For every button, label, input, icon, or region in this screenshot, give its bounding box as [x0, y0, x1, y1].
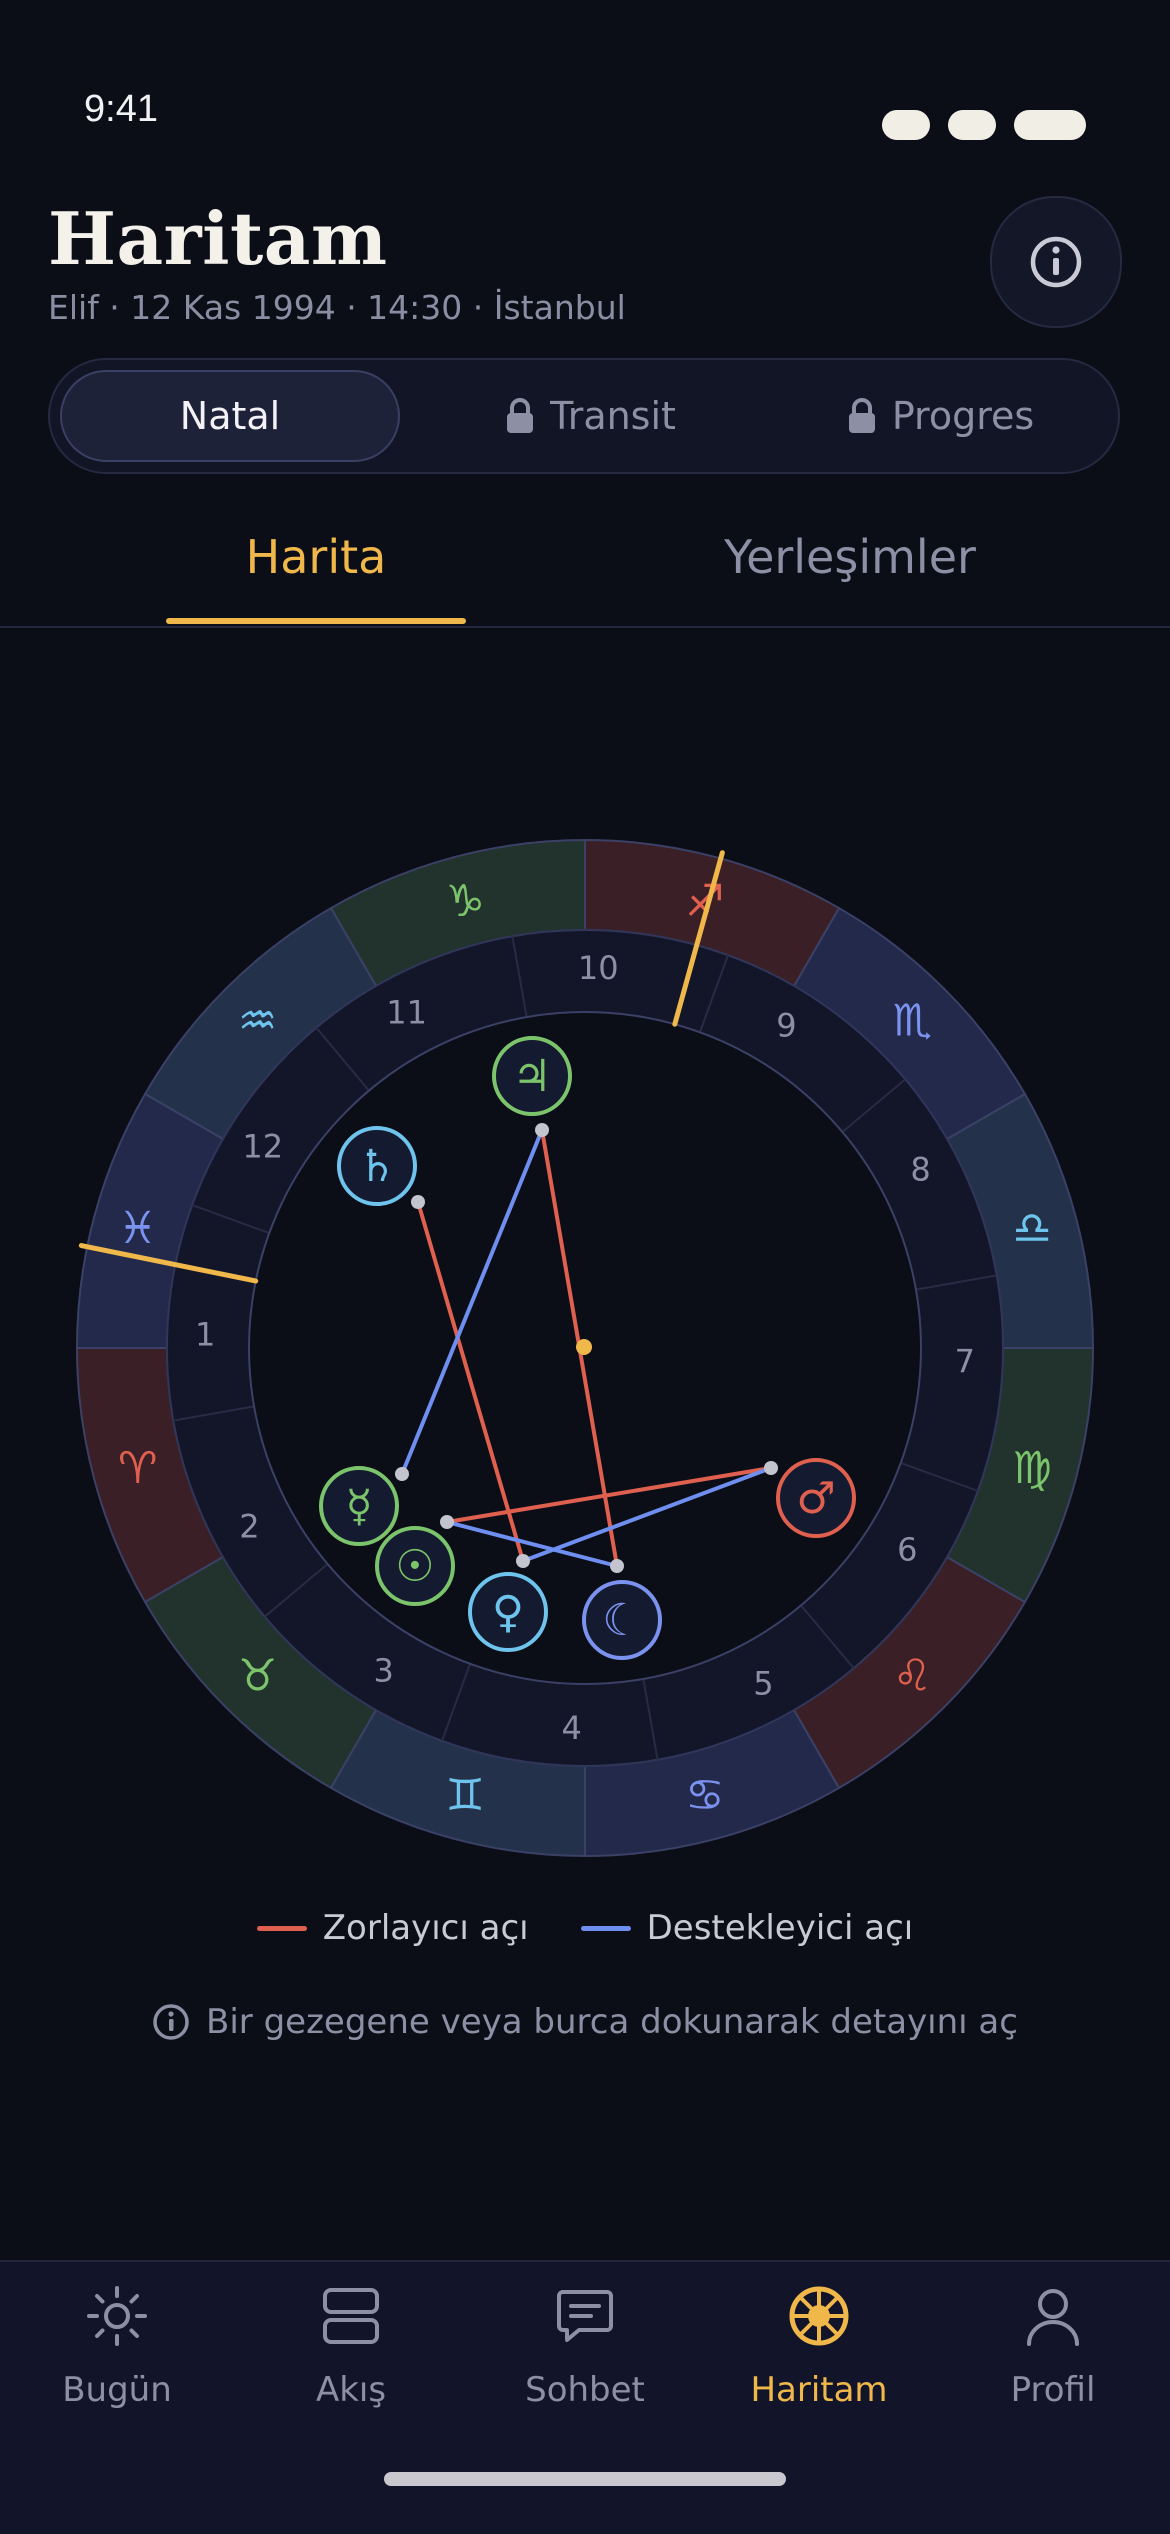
- planet-jupiter[interactable]: ♃: [492, 1036, 572, 1116]
- segment-label: Natal: [179, 394, 281, 438]
- house-number-12: 12: [242, 1128, 283, 1166]
- planet-glyph-jupiter: ♃: [512, 1051, 551, 1102]
- lock-icon: [848, 398, 875, 433]
- lock-icon: [507, 398, 534, 433]
- sign-glyph-leo[interactable]: ♌: [893, 1650, 932, 1701]
- natal-chart-wheel[interactable]: ♈♉♊ ♋♌♍♎♏♐♑♒♓ 123456789101112 ♃♄☿☉♀ ☾♂: [0, 800, 1170, 1900]
- aspect-legend: Zorlayıcı açı Destekleyici açı: [0, 1908, 1170, 1948]
- sign-glyph-capricorn[interactable]: ♑: [445, 876, 484, 927]
- sign-glyph-virgo[interactable]: ♍: [1012, 1443, 1051, 1494]
- sign-glyph-aquarius[interactable]: ♒: [238, 996, 277, 1047]
- nav-label: Sohbet: [525, 2370, 645, 2410]
- info-icon: [1030, 236, 1082, 288]
- nav-label: Bugün: [62, 2370, 172, 2410]
- sign-glyph-scorpio[interactable]: ♏: [893, 996, 932, 1047]
- tab-harita[interactable]: Harita: [166, 530, 466, 584]
- segment-progres[interactable]: Progres: [770, 370, 1110, 462]
- legend-item-hard: Zorlayıcı açı: [256, 1908, 529, 1948]
- signal-icon: [882, 110, 930, 140]
- aspect-anchor-venus: [516, 1554, 530, 1568]
- planet-glyph-sun: ☉: [395, 1541, 434, 1592]
- house-number-4: 4: [562, 1709, 582, 1747]
- house-number-8: 8: [910, 1151, 930, 1189]
- nav-item-profil[interactable]: Profil: [936, 2284, 1170, 2410]
- legend-label: Zorlayıcı açı: [322, 1908, 529, 1948]
- aspect-anchor-mars: [764, 1461, 778, 1475]
- house-number-6: 6: [897, 1530, 917, 1568]
- house-number-11: 11: [386, 993, 427, 1031]
- wifi-icon: [948, 110, 996, 140]
- sign-glyph-aries[interactable]: ♈: [118, 1443, 157, 1494]
- aspect-anchor-mercury: [395, 1467, 409, 1481]
- planet-glyph-venus: ♀: [492, 1587, 524, 1638]
- legend-item-soft: Destekleyici açı: [580, 1908, 914, 1948]
- chart-center-dot: [576, 1339, 592, 1355]
- aspect-anchor-sun: [440, 1515, 454, 1529]
- chart-type-segmented: Natal Transit Progres: [48, 358, 1120, 474]
- sign-glyph-libra[interactable]: ♎: [1012, 1203, 1051, 1254]
- planet-glyph-mercury: ☿: [345, 1481, 372, 1532]
- sign-glyph-gemini[interactable]: ♊: [445, 1770, 484, 1821]
- feed-icon: [323, 2288, 379, 2344]
- page-title: Haritam: [48, 196, 388, 281]
- planet-sun[interactable]: ☉: [375, 1526, 455, 1606]
- bottom-nav: Bugün Akış Sohbet Haritam Profil: [0, 2260, 1170, 2534]
- sign-glyph-taurus[interactable]: ♉: [238, 1650, 277, 1701]
- planet-saturn[interactable]: ♄: [337, 1126, 417, 1206]
- aspect-anchor-jupiter: [535, 1123, 549, 1137]
- planet-glyph-saturn: ♄: [357, 1141, 396, 1192]
- chat-icon: [557, 2290, 613, 2342]
- segment-transit[interactable]: Transit: [420, 370, 760, 462]
- tab-yerlesimler[interactable]: Yerleşimler: [690, 530, 1010, 584]
- planet-venus[interactable]: ♀: [468, 1572, 548, 1652]
- sun-icon: [87, 2286, 147, 2346]
- legend-label: Destekleyici açı: [646, 1908, 914, 1948]
- segment-label: Progres: [891, 394, 1035, 438]
- house-number-10: 10: [578, 949, 619, 987]
- info-button[interactable]: [990, 196, 1122, 328]
- house-number-5: 5: [753, 1665, 773, 1703]
- nav-item-bugun[interactable]: Bugün: [0, 2284, 234, 2410]
- house-number-1: 1: [195, 1316, 215, 1354]
- chart-hint: Bir gezegene veya burca dokunarak detayı…: [0, 2002, 1170, 2042]
- planet-glyph-moon: ☾: [602, 1595, 641, 1646]
- house-number-3: 3: [373, 1651, 393, 1689]
- aspect-anchor-moon: [610, 1559, 624, 1573]
- planet-moon[interactable]: ☾: [582, 1580, 662, 1660]
- sign-glyph-cancer[interactable]: ♋: [685, 1770, 724, 1821]
- house-number-2: 2: [239, 1507, 259, 1545]
- house-number-9: 9: [776, 1007, 796, 1045]
- wheel-icon: [789, 2286, 849, 2346]
- nav-label: Haritam: [750, 2370, 888, 2410]
- aspect-anchor-saturn: [411, 1195, 425, 1209]
- segment-label: Transit: [550, 394, 676, 438]
- nav-item-sohbet[interactable]: Sohbet: [468, 2284, 702, 2410]
- legend-swatch-hard: [256, 1925, 307, 1931]
- nav-label: Akış: [315, 2370, 387, 2410]
- house-number-7: 7: [955, 1342, 975, 1380]
- hint-text: Bir gezegene veya burca dokunarak detayı…: [206, 2002, 1018, 2042]
- legend-swatch-soft: [580, 1925, 631, 1931]
- sign-glyph-pisces[interactable]: ♓: [118, 1203, 157, 1254]
- planet-mars[interactable]: ♂: [776, 1458, 856, 1538]
- view-tabs: Harita Yerleşimler: [0, 500, 1170, 628]
- segment-natal[interactable]: Natal: [60, 370, 400, 462]
- nav-item-haritam[interactable]: Haritam: [702, 2284, 936, 2410]
- info-icon: [153, 2004, 189, 2040]
- battery-icon: [1014, 110, 1086, 140]
- chart-subtitle: Elif · 12 Kas 1994 · 14:30 · İstanbul: [48, 288, 626, 327]
- nav-label: Profil: [1010, 2370, 1096, 2410]
- status-time: 9:41: [84, 88, 158, 130]
- home-indicator: [384, 2472, 786, 2486]
- tab-underline: [166, 618, 466, 624]
- nav-item-akis[interactable]: Akış: [234, 2284, 468, 2410]
- planet-glyph-mars: ♂: [796, 1473, 835, 1524]
- profile-icon: [1027, 2289, 1079, 2346]
- planet-mercury[interactable]: ☿: [319, 1466, 399, 1546]
